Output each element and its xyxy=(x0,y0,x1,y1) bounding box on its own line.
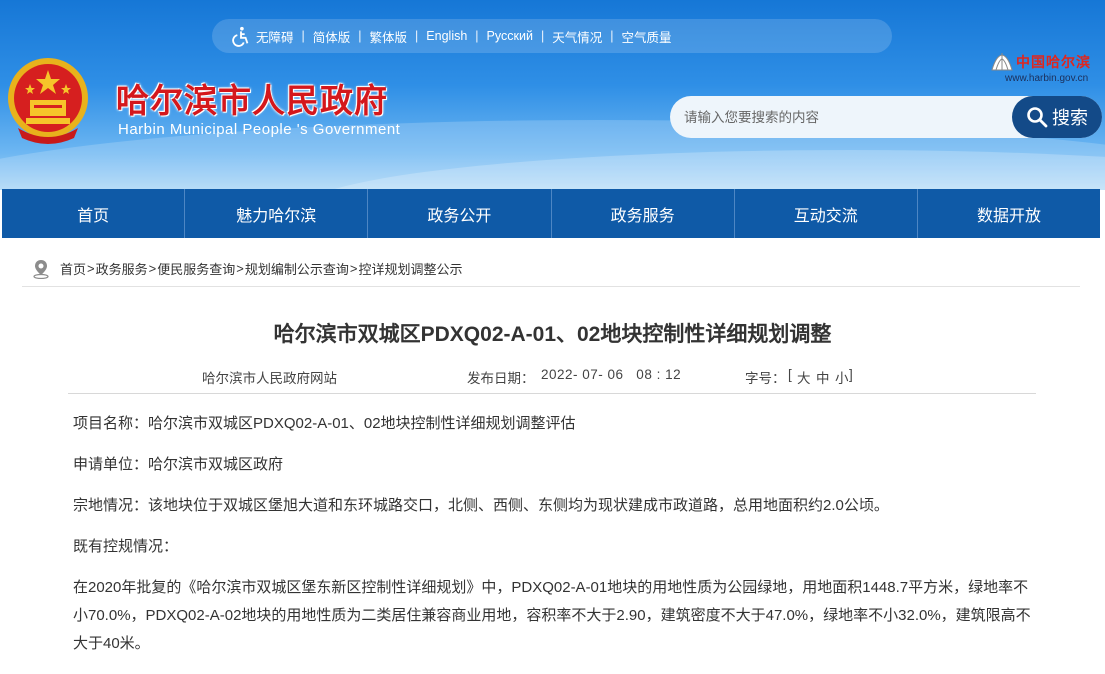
paragraph-site-info: 宗地情况：该地块位于双城区堡旭大道和东环城路交口，北侧、西侧、东侧均为现状建成市… xyxy=(73,497,889,514)
divider: | xyxy=(610,29,614,43)
divider: | xyxy=(358,29,362,43)
simplified-chinese-link[interactable]: 简体版 xyxy=(313,27,351,46)
article-meta: 哈尔滨市人民政府网站 发布日期： 2022- 07- 06 08 : 12 字号… xyxy=(68,358,1036,394)
breadcrumb-home[interactable]: 首页 xyxy=(60,259,86,278)
font-size-label: 字号： xyxy=(745,371,786,386)
search-box: 搜索 xyxy=(670,96,1102,138)
harbin-brand-logo[interactable]: 中国哈尔滨 www.harbin.gov.cn xyxy=(990,52,1098,88)
paragraph-project-name: 项目名称：哈尔滨市双城区PDXQ02-A-01、02地块控制性详细规划调整评估 xyxy=(73,415,576,432)
search-button-label: 搜索 xyxy=(1052,108,1088,128)
nav-item-open-data[interactable]: 数据开放 xyxy=(918,189,1100,238)
nav-item-government-services[interactable]: 政务服务 xyxy=(552,189,735,238)
breadcrumb-separator: > xyxy=(148,261,157,276)
harbin-logo-icon xyxy=(991,53,1013,71)
paragraph-applicant: 申请单位：哈尔滨市双城区政府 xyxy=(73,456,284,473)
article-body: 项目名称：哈尔滨市双城区PDXQ02-A-01、02地块控制性详细规划调整评估 … xyxy=(73,410,1038,671)
main-nav: 首页 魅力哈尔滨 政务公开 政务服务 互动交流 数据开放 xyxy=(2,189,1100,238)
top-utility-bar: 无障碍 | 简体版 | 繁体版 | English | Русский | 天气… xyxy=(212,19,892,53)
breadcrumb-current-page[interactable]: 控详规划调整公示 xyxy=(358,259,462,278)
article-source: 哈尔滨市人民政府网站 xyxy=(202,371,337,386)
divider: | xyxy=(415,29,419,43)
weather-link[interactable]: 天气情况 xyxy=(552,27,602,46)
location-pin-icon xyxy=(33,259,49,279)
font-size-small[interactable]: 小 xyxy=(835,367,849,387)
font-size-medium[interactable]: 中 xyxy=(816,367,830,387)
site-header: 无障碍 | 简体版 | 繁体版 | English | Русский | 天气… xyxy=(0,0,1105,190)
divider: | xyxy=(540,29,545,43)
search-button[interactable]: 搜索 xyxy=(1012,96,1102,138)
national-emblem-icon[interactable] xyxy=(4,50,92,150)
breadcrumb-planning-query[interactable]: 规划编制公示查询 xyxy=(245,259,349,278)
site-subtitle: Harbin Municipal People 's Government xyxy=(118,121,401,138)
russian-link[interactable]: Русский xyxy=(487,29,533,43)
breadcrumb-separator: > xyxy=(236,261,244,276)
accessibility-link[interactable]: 无障碍 xyxy=(256,27,294,46)
breadcrumb-separator: > xyxy=(87,261,95,276)
font-size-bracket-close: ] xyxy=(849,367,853,382)
publish-date-label: 发布日期： xyxy=(467,371,535,386)
air-quality-link[interactable]: 空气质量 xyxy=(621,27,671,46)
paragraph-existing-plan-detail: 在2020年批复的《哈尔滨市双城区堡东新区控制性详细规划》中，PDXQ02-A-… xyxy=(73,579,1031,652)
nav-item-charm-harbin[interactable]: 魅力哈尔滨 xyxy=(185,189,369,238)
nav-item-government-affairs[interactable]: 政务公开 xyxy=(368,189,552,238)
publish-date-value: 2022- 07- 06 08 : 12 xyxy=(541,367,682,382)
article-title: 哈尔滨市双城区PDXQ02-A-01、02地块控制性详细规划调整 xyxy=(273,323,832,346)
traditional-chinese-link[interactable]: 繁体版 xyxy=(370,27,408,46)
font-size-bracket-open: [ xyxy=(788,367,792,382)
site-title[interactable]: 哈尔滨市人民政府 xyxy=(116,74,388,122)
english-link[interactable]: English xyxy=(426,29,467,43)
paragraph-existing-plan-heading: 既有控规情况： xyxy=(73,538,179,555)
nav-item-interaction[interactable]: 互动交流 xyxy=(735,189,918,238)
font-size-large[interactable]: 大 xyxy=(797,367,811,387)
breadcrumb-government-services[interactable]: 政务服务 xyxy=(96,259,148,278)
accessibility-icon[interactable] xyxy=(230,25,252,47)
divider: | xyxy=(301,29,305,43)
divider: | xyxy=(475,29,479,43)
brand-url: www.harbin.gov.cn xyxy=(1005,73,1089,84)
search-input[interactable] xyxy=(684,96,1004,138)
breadcrumb-convenience-query[interactable]: 便民服务查询 xyxy=(157,259,235,278)
breadcrumb: 首页 > 政务服务 > 便民服务查询 > 规划编制公示查询 > 控详规划调整公示 xyxy=(22,251,1080,287)
breadcrumb-separator: > xyxy=(349,261,358,276)
search-icon xyxy=(1027,107,1048,128)
brand-chinese-name: 中国哈尔滨 xyxy=(1016,55,1091,71)
nav-item-home[interactable]: 首页 xyxy=(2,189,186,238)
